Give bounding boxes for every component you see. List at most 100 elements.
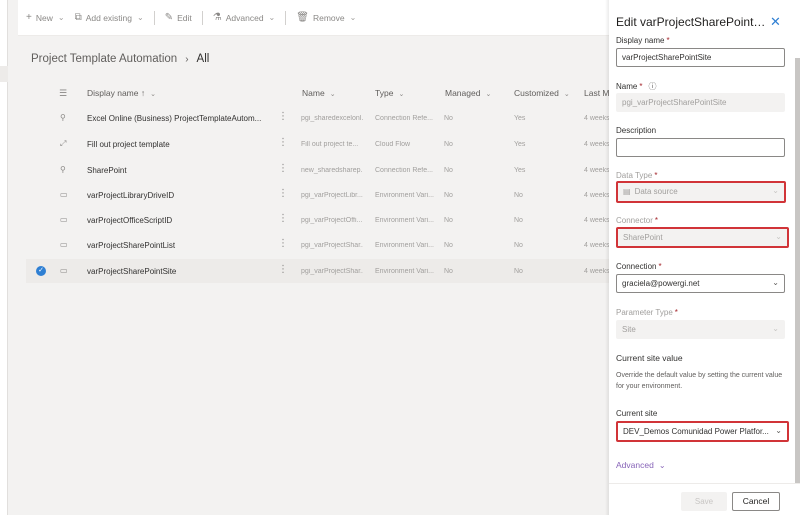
row-display-name[interactable]: varProjectSharePointSite bbox=[87, 267, 263, 276]
edit-button[interactable]: ✎ Edit bbox=[165, 12, 192, 23]
row-display-name[interactable]: varProjectOfficeScriptID bbox=[87, 216, 263, 225]
scrollbar-thumb[interactable] bbox=[795, 58, 800, 513]
chevron-down-icon: ⌄ bbox=[268, 13, 276, 22]
panel-scrollbar[interactable] bbox=[795, 58, 800, 513]
row-managed: No bbox=[444, 267, 453, 275]
connection-reference-icon: ⚲ bbox=[60, 113, 66, 122]
panel-footer: Save Cancel bbox=[609, 483, 800, 515]
row-display-name[interactable]: varProjectSharePointList bbox=[87, 241, 263, 250]
breadcrumb-solution[interactable]: Project Template Automation bbox=[31, 53, 177, 65]
display-name-label: Display name * bbox=[616, 36, 670, 45]
more-options-icon[interactable]: ⋮ bbox=[278, 137, 288, 148]
table-row[interactable]: ▭ varProjectSharePointList ⋮ pgi_varProject… bbox=[26, 232, 610, 257]
panel-title: Edit varProjectSharePointSite bbox=[616, 15, 766, 29]
grid-body: ⚲ Excel Online (Business) ProjectTemplate… bbox=[26, 106, 610, 284]
edit-label: Edit bbox=[177, 12, 192, 23]
current-site-value: DEV_Demos Comunidad Power Platfor... bbox=[623, 427, 769, 436]
info-icon[interactable]: ⓘ bbox=[648, 82, 656, 91]
column-type-label: Type bbox=[375, 88, 394, 98]
more-options-icon[interactable]: ⋮ bbox=[278, 238, 288, 249]
table-row[interactable]: ⚲ SharePoint ⋮ new_sharedsharep... Connectio… bbox=[26, 156, 610, 182]
table-row[interactable]: ⚲ Excel Online (Business) ProjectTemplate… bbox=[26, 106, 610, 131]
table-row[interactable]: ⤢ Fill out project template ⋮ Fill out proj… bbox=[26, 131, 610, 156]
close-icon[interactable]: ✕ bbox=[770, 14, 781, 30]
divider bbox=[201, 10, 203, 25]
environment-variable-icon: ▭ bbox=[60, 240, 68, 250]
chevron-down-icon: ⌄ bbox=[349, 13, 357, 22]
chevron-down-icon: ⌄ bbox=[137, 13, 144, 22]
edit-panel: Edit varProjectSharePointSite ✕ Display … bbox=[609, 0, 800, 515]
row-name: pgi_varProjectLibr... bbox=[301, 191, 363, 199]
environment-variable-icon: ▭ bbox=[60, 265, 68, 275]
row-managed: No bbox=[444, 166, 453, 174]
row-customized: No bbox=[514, 217, 523, 225]
description-label: Description bbox=[616, 126, 657, 135]
row-type: Environment Vari... bbox=[375, 242, 435, 250]
row-type: Environment Vari... bbox=[375, 191, 435, 199]
row-name: pgi_varProjectShar... bbox=[301, 267, 363, 275]
more-options-icon[interactable]: ⋮ bbox=[278, 111, 288, 122]
row-name: pgi_varProjectShar... bbox=[301, 242, 363, 250]
display-name-input[interactable]: varProjectSharePointSite bbox=[616, 48, 785, 67]
add-existing-icon: ⧉ bbox=[74, 12, 82, 23]
row-display-name[interactable]: SharePoint bbox=[87, 166, 263, 175]
pencil-icon: ✎ bbox=[164, 12, 174, 23]
cancel-button[interactable]: Cancel bbox=[732, 492, 780, 511]
required-mark: * bbox=[654, 216, 659, 225]
row-display-name[interactable]: Excel Online (Business) ProjectTemplateA… bbox=[87, 114, 263, 123]
more-options-icon[interactable]: ⋮ bbox=[278, 188, 288, 199]
table-row[interactable]: ▭ varProjectLibraryDriveID ⋮ pgi_varProject… bbox=[26, 181, 610, 207]
row-managed: No bbox=[444, 242, 453, 250]
left-nav-strip bbox=[0, 0, 8, 515]
type-column-icon: ☰ bbox=[59, 88, 68, 98]
new-label: New bbox=[35, 12, 53, 23]
row-customized: No bbox=[514, 267, 523, 275]
row-managed: No bbox=[444, 191, 453, 199]
description-input[interactable] bbox=[616, 138, 785, 157]
data-type-label: Data Type * bbox=[616, 171, 657, 180]
row-display-name[interactable]: varProjectLibraryDriveID bbox=[87, 191, 263, 200]
chevron-down-icon: ⌄ bbox=[329, 91, 336, 98]
display-name-label-text: Display name bbox=[616, 36, 665, 45]
column-name[interactable]: Name ⌄ bbox=[302, 88, 336, 98]
connector-label-text: Connector bbox=[616, 216, 653, 225]
advanced-button[interactable]: ⚗ Advanced ⌄ bbox=[213, 12, 275, 23]
advanced-toggle[interactable]: Advanced ⌄ bbox=[616, 460, 666, 470]
checkmark-icon[interactable]: ✓ bbox=[36, 265, 46, 276]
chevron-down-icon: ⌄ bbox=[772, 324, 779, 333]
components-grid: ☰ Display name ↑ ⌄ Name ⌄ Type ⌄ Managed ⌄ C… bbox=[26, 80, 610, 284]
remove-button[interactable]: 🗑 Remove ⌄ bbox=[296, 12, 356, 23]
table-row[interactable]: ✓ ▭ varProjectSharePointSite ⋮ pgi_varProjec… bbox=[26, 257, 610, 284]
row-type: Environment Vari... bbox=[375, 217, 435, 225]
save-button[interactable]: Save bbox=[681, 492, 727, 511]
more-options-icon[interactable]: ⋮ bbox=[278, 264, 288, 275]
chevron-down-icon: ⌄ bbox=[563, 91, 570, 98]
remove-label: Remove bbox=[312, 12, 345, 23]
add-existing-button[interactable]: ⧉ Add existing ⌄ bbox=[75, 12, 144, 23]
more-options-icon[interactable]: ⋮ bbox=[278, 213, 288, 224]
column-customized[interactable]: Customized ⌄ bbox=[514, 88, 570, 98]
required-mark: * bbox=[674, 308, 678, 317]
row-name: pgi_sharedexcelonl... bbox=[301, 115, 363, 122]
column-type[interactable]: Type ⌄ bbox=[375, 88, 404, 98]
row-customized: Yes bbox=[514, 166, 526, 174]
column-display-name[interactable]: Display name ↑ ⌄ bbox=[87, 88, 156, 98]
column-managed[interactable]: Managed ⌄ bbox=[445, 88, 491, 98]
flow-icon: ⤢ bbox=[60, 139, 67, 149]
trash-icon: 🗑 bbox=[296, 12, 309, 23]
row-managed: No bbox=[444, 141, 453, 149]
row-display-name[interactable]: Fill out project template bbox=[87, 140, 263, 149]
grid-header: ☰ Display name ↑ ⌄ Name ⌄ Type ⌄ Managed ⌄ C… bbox=[26, 80, 610, 106]
table-row[interactable]: ▭ varProjectOfficeScriptID ⋮ pgi_varProject… bbox=[26, 207, 610, 232]
parameter-type-label: Parameter Type * bbox=[616, 308, 678, 317]
advanced-label: Advanced bbox=[225, 12, 264, 23]
current-site-dropdown[interactable]: DEV_Demos Comunidad Power Platfor... ⌄ bbox=[616, 421, 789, 442]
connection-dropdown[interactable]: graciela@powergi.net ⌄ bbox=[616, 274, 785, 293]
data-type-label-text: Data Type bbox=[616, 171, 653, 180]
breadcrumb-current: All bbox=[196, 53, 210, 65]
plus-icon: + bbox=[26, 12, 32, 23]
required-mark: * bbox=[654, 171, 658, 180]
database-icon: ▤ bbox=[623, 187, 631, 196]
more-options-icon[interactable]: ⋮ bbox=[278, 163, 288, 174]
new-button[interactable]: + New ⌄ bbox=[26, 12, 65, 23]
